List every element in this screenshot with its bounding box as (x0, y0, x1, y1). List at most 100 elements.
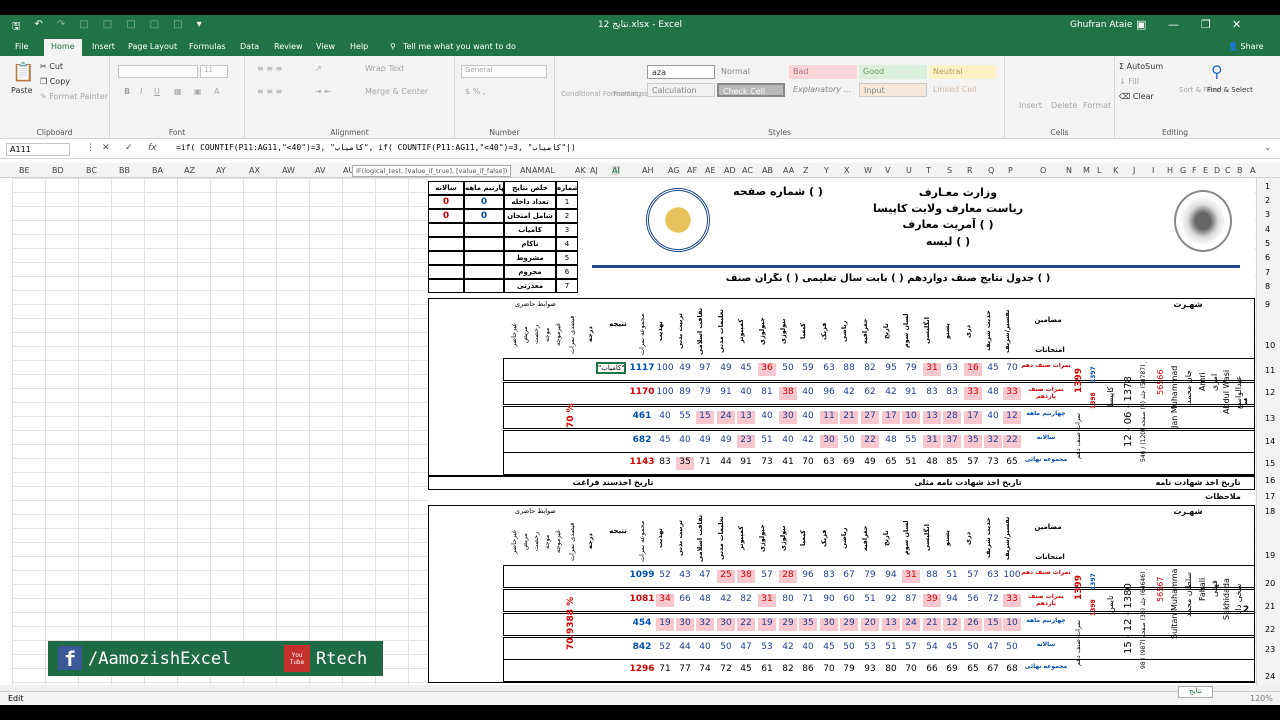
column-header[interactable]: AY (216, 166, 226, 175)
mark-cell[interactable]: 42 (717, 594, 735, 607)
mark-cell[interactable]: 48 (984, 387, 1002, 400)
column-header[interactable]: M (1083, 166, 1090, 175)
mark-cell[interactable]: 92 (882, 594, 900, 607)
active-result-cell[interactable]: "کامیاب" , (596, 362, 626, 374)
row-header[interactable]: 21 (1265, 602, 1275, 611)
mark-cell[interactable]: 66 (923, 664, 941, 677)
number-format-box[interactable]: General (461, 65, 547, 78)
column-header[interactable]: BD (52, 166, 64, 175)
mark-cell[interactable]: 90 (820, 594, 838, 607)
total-cell[interactable]: 454 (628, 618, 656, 628)
mark-cell[interactable]: 50 (779, 363, 797, 376)
mark-cell[interactable]: 83 (820, 570, 838, 583)
mark-cell[interactable]: 56 (964, 594, 982, 607)
mark-cell[interactable]: 63 (820, 363, 838, 376)
mark-cell[interactable]: 47 (696, 570, 714, 583)
mark-cell[interactable]: 70 (902, 664, 920, 677)
copy-button[interactable]: ❐ Copy (40, 77, 70, 86)
mark-cell[interactable]: 54 (923, 642, 941, 655)
column-header[interactable]: X (844, 166, 849, 175)
mark-cell[interactable]: 13 (737, 411, 755, 424)
mark-cell[interactable]: 50 (840, 642, 858, 655)
column-header[interactable]: Z (803, 166, 808, 175)
ribbon-display-icon[interactable]: ▣ (1136, 18, 1146, 31)
mark-cell[interactable]: 63 (984, 570, 1002, 583)
column-header[interactable]: AI (612, 166, 620, 175)
total-cell[interactable]: 1081 (628, 594, 656, 604)
mark-cell[interactable]: 12 (943, 618, 961, 631)
mark-cell[interactable]: 23 (737, 435, 755, 448)
mark-cell[interactable]: 74 (696, 664, 714, 677)
tab-home[interactable]: Home (44, 39, 82, 56)
mark-cell[interactable]: 97 (696, 363, 714, 376)
redo-icon[interactable]: ↷ (57, 19, 65, 36)
row-header[interactable]: 24 (1265, 672, 1275, 681)
mark-cell[interactable]: 83 (656, 457, 674, 470)
column-header[interactable]: D (1214, 166, 1220, 175)
mark-cell[interactable]: 28 (779, 570, 797, 583)
mark-cell[interactable]: 52 (656, 642, 674, 655)
mark-cell[interactable]: 51 (902, 457, 920, 470)
total-cell[interactable]: 682 (628, 435, 656, 445)
column-header[interactable]: L (1097, 166, 1101, 175)
mark-cell[interactable]: 15 (984, 618, 1002, 631)
total-cell[interactable]: 1170 (628, 387, 656, 397)
mark-cell[interactable]: 65 (882, 457, 900, 470)
mark-cell[interactable]: 68 (1003, 664, 1021, 677)
column-header[interactable]: A (1250, 166, 1255, 175)
mark-cell[interactable]: 88 (923, 570, 941, 583)
column-header[interactable]: H (1167, 166, 1173, 175)
mark-cell[interactable]: 73 (758, 457, 776, 470)
format-painter-button[interactable]: ✎ Format Painter (40, 92, 108, 101)
results-sheet[interactable]: شمارهخلص نتایجچهارنیم ماههسالانه1تعداد د… (428, 178, 1255, 685)
insert-cells-button[interactable]: Insert (1019, 101, 1042, 110)
mark-cell[interactable]: 17 (882, 411, 900, 424)
row-header[interactable]: 17 (1265, 492, 1275, 501)
row-header[interactable]: 8 (1265, 282, 1270, 291)
row-header[interactable]: 3 (1265, 210, 1270, 219)
row-header[interactable]: 10 (1265, 341, 1275, 350)
fill-color-icon[interactable]: ▣ (194, 87, 202, 96)
expand-formula-icon[interactable]: ⌄ (1264, 143, 1272, 153)
mark-cell[interactable]: 80 (779, 594, 797, 607)
mark-cell[interactable]: 44 (717, 457, 735, 470)
row-header[interactable]: 5 (1265, 239, 1270, 248)
row-header[interactable]: 7 (1265, 268, 1270, 277)
column-header[interactable]: AB (762, 166, 773, 175)
column-header[interactable]: E (1203, 166, 1208, 175)
style-linked-cell[interactable]: Linked Cell (929, 83, 997, 97)
mark-cell[interactable]: 45 (984, 363, 1002, 376)
column-header[interactable]: J (1133, 166, 1135, 175)
column-header[interactable]: AM (532, 166, 544, 175)
column-header[interactable]: R (967, 166, 973, 175)
mark-cell[interactable]: 21 (840, 411, 858, 424)
mark-cell[interactable]: 42 (840, 387, 858, 400)
style-input[interactable]: Input (859, 83, 927, 97)
mark-cell[interactable]: 86 (799, 664, 817, 677)
row-header[interactable]: 16 (1265, 476, 1275, 485)
mark-cell[interactable]: 25 (717, 570, 735, 583)
mark-cell[interactable]: 71 (799, 594, 817, 607)
mark-cell[interactable]: 59 (799, 363, 817, 376)
column-header[interactable]: V (885, 166, 890, 175)
name-box[interactable]: A111 (6, 143, 70, 156)
mark-cell[interactable]: 72 (984, 594, 1002, 607)
mark-cell[interactable]: 40 (799, 642, 817, 655)
mark-cell[interactable]: 48 (882, 435, 900, 448)
row-header[interactable]: 20 (1265, 579, 1275, 588)
tab-file[interactable]: File (15, 42, 28, 51)
mark-cell[interactable]: 50 (964, 642, 982, 655)
close-icon[interactable]: ✕ (1232, 18, 1241, 31)
user-name[interactable]: Ghufran Ataie (1070, 20, 1132, 30)
row-header[interactable]: 22 (1265, 625, 1275, 634)
save-icon[interactable]: 🖫 (12, 19, 21, 36)
mark-cell[interactable]: 33 (1003, 594, 1021, 607)
mark-cell[interactable]: 29 (840, 618, 858, 631)
column-header[interactable]: AH (642, 166, 654, 175)
mark-cell[interactable]: 57 (964, 570, 982, 583)
column-header[interactable]: B (1237, 166, 1243, 175)
style-neutral[interactable]: Neutral (929, 65, 997, 79)
font-name-box[interactable] (118, 65, 198, 78)
mark-cell[interactable]: 61 (758, 664, 776, 677)
mark-cell[interactable]: 79 (902, 363, 920, 376)
